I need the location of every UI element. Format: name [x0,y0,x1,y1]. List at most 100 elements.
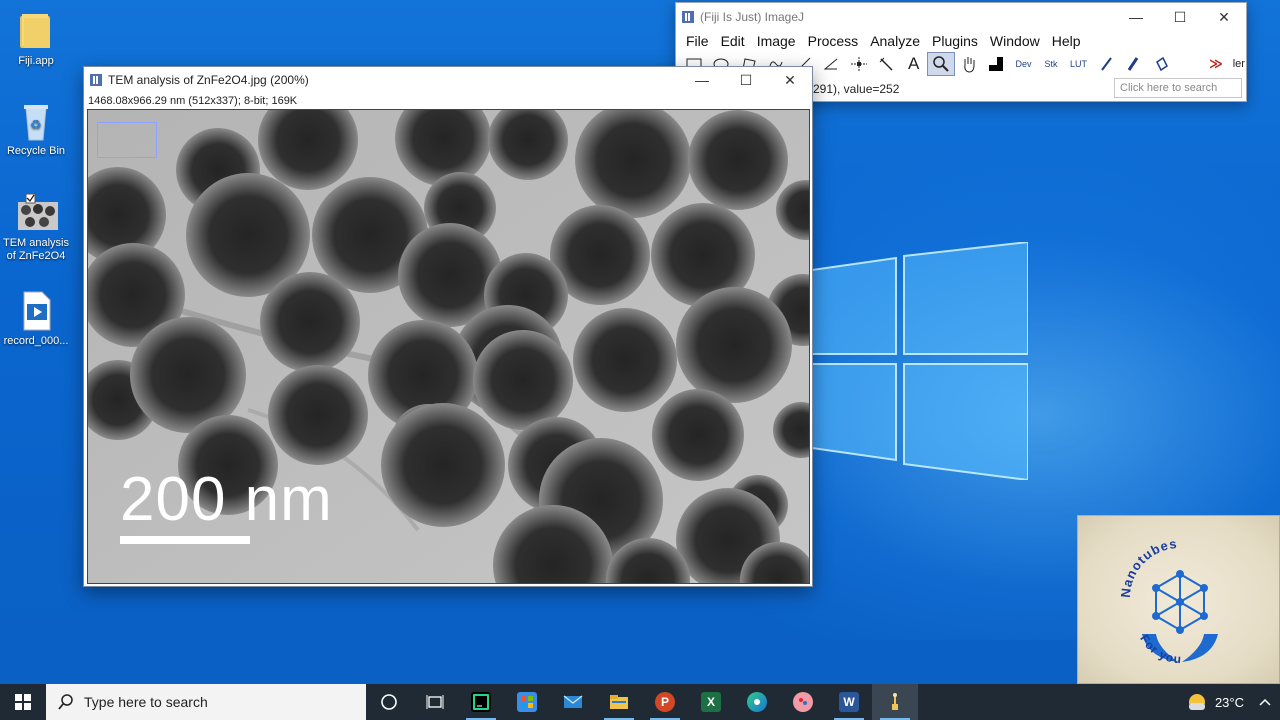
logo-top-text: Nanotubes [1118,536,1177,598]
desktop-icon-label: Fiji.app [18,55,54,67]
nanoparticle [473,330,573,430]
powerpoint-icon: P [655,692,675,712]
sun-weather-icon [1188,694,1205,710]
folder-icon [16,10,56,52]
nanoparticle [268,365,368,465]
svg-text:For you: For you [1137,632,1182,666]
taskbar-search-box[interactable]: Type here to search [46,684,366,720]
windows-start-icon [15,694,31,710]
menu-window[interactable]: Window [984,33,1046,49]
minimize-button[interactable]: — [1114,3,1158,31]
task-view-button[interactable] [412,684,458,720]
menu-edit[interactable]: Edit [715,33,751,49]
word-icon: W [839,692,859,712]
taskbar-app-powerpoint[interactable]: P [642,684,688,720]
nanoparticle [573,308,677,412]
channel-logo: Nanotubes For you [1077,515,1280,684]
taskbar-app-mail[interactable] [550,684,596,720]
color-picker-tool-icon[interactable] [982,52,1009,76]
taskbar-app-pycharm[interactable] [458,684,504,720]
store-icon [517,692,537,712]
scale-bar-label: 200 nm [120,465,333,534]
imagej-titlebar[interactable]: (Fiji Is Just) ImageJ — ☐ ✕ [676,3,1246,31]
cortana-icon [381,694,397,710]
more-tools-icon[interactable]: ≫ [1202,52,1229,76]
desktop-icon-recycle-bin[interactable]: ♻ Recycle Bin [0,100,72,158]
start-button[interactable] [0,684,46,720]
cortana-button[interactable] [366,684,412,720]
recycle-bin-icon: ♻ [16,100,56,142]
flood-fill-tool-icon[interactable] [1147,52,1174,76]
menu-image[interactable]: Image [751,33,802,49]
image-info-line: 1468.08x966.29 nm (512x337); 8-bit; 169K [88,95,298,107]
weather-widget[interactable]: 23°C [1187,692,1250,712]
desktop-icon-fiji[interactable]: Fiji.app [0,10,72,68]
image-window-icon [90,74,102,86]
menu-analyze[interactable]: Analyze [864,33,926,49]
text-tool-icon[interactable]: A [900,52,927,76]
search-icon [58,694,73,710]
nanoparticle [260,272,360,372]
temperature-text: 23°C [1214,694,1244,710]
show-hidden-icons-button[interactable] [1250,684,1280,720]
desktop-icon-label: record_000... [3,335,69,347]
desktop-icon-record[interactable]: record_000... [0,290,72,348]
image-window-title: TEM analysis of ZnFe2O4.jpg (200%) [108,73,309,87]
chevron-up-icon [1259,698,1271,706]
taskbar-app-excel[interactable]: X [688,684,734,720]
windows-logo [812,242,1028,480]
taskbar-search-placeholder: Type here to search [84,694,208,710]
file-explorer-icon [609,692,629,712]
imagej-app-icon [682,11,694,23]
blank-tool-slot [1175,52,1202,76]
taskbar-app-store[interactable] [504,684,550,720]
tem-image-canvas[interactable]: 200 nm [87,109,810,584]
nanoparticle [652,389,744,481]
nanoparticle [676,287,792,403]
nanoparticle [688,110,788,210]
desktop-icon-label: TEM analysis of ZnFe2O4 [2,237,70,262]
close-button[interactable]: ✕ [768,66,812,94]
pencil-tool-icon[interactable] [1092,52,1119,76]
lut-tool-icon[interactable]: LUT [1065,52,1092,76]
image-window: TEM analysis of ZnFe2O4.jpg (200%) — ☐ ✕… [83,66,813,587]
image-thumbnail-icon [16,192,58,234]
menu-plugins[interactable]: Plugins [926,33,984,49]
taskbar-app-edge[interactable] [734,684,780,720]
excel-icon: X [701,692,721,712]
menu-help[interactable]: Help [1046,33,1087,49]
task-view-icon [426,695,444,709]
scale-bar [120,536,250,544]
mail-icon [563,692,583,712]
pycharm-icon [471,692,491,712]
close-button[interactable]: ✕ [1202,3,1246,31]
selection-roi[interactable] [97,122,157,158]
maximize-button[interactable]: ☐ [1158,3,1202,31]
menu-process[interactable]: Process [802,33,865,49]
taskbar-app-paint[interactable] [780,684,826,720]
edge-icon [747,692,767,712]
desktop-icon-tem-analysis[interactable]: TEM analysis of ZnFe2O4 [0,192,72,263]
taskbar-app-fiji[interactable] [872,684,918,720]
toolbar-overflow-label: ler [1232,58,1245,70]
magnifier-tool-icon[interactable] [927,52,955,76]
image-window-titlebar[interactable]: TEM analysis of ZnFe2O4.jpg (200%) — ☐ ✕ [84,67,812,93]
imagej-search-input[interactable]: Click here to search [1114,78,1242,98]
svg-text:Nanotubes: Nanotubes [1118,536,1178,598]
dev-tool-icon[interactable]: Dev [1010,52,1037,76]
taskbar: Type here to search P X W 23°C [0,684,1280,720]
stk-tool-icon[interactable]: Stk [1037,52,1064,76]
taskbar-app-file-explorer[interactable] [596,684,642,720]
video-file-icon [16,290,56,332]
hand-tool-icon[interactable] [955,52,982,76]
maximize-button[interactable]: ☐ [724,66,768,94]
imagej-title: (Fiji Is Just) ImageJ [700,10,805,24]
minimize-button[interactable]: — [680,66,724,94]
menu-file[interactable]: File [680,33,715,49]
taskbar-app-word[interactable]: W [826,684,872,720]
angle-tool-icon[interactable] [817,52,844,76]
brush-tool-icon[interactable] [1120,52,1147,76]
wand-tool-icon[interactable] [872,52,899,76]
point-tool-icon[interactable] [845,52,872,76]
desktop-icon-label: Recycle Bin [6,145,66,157]
